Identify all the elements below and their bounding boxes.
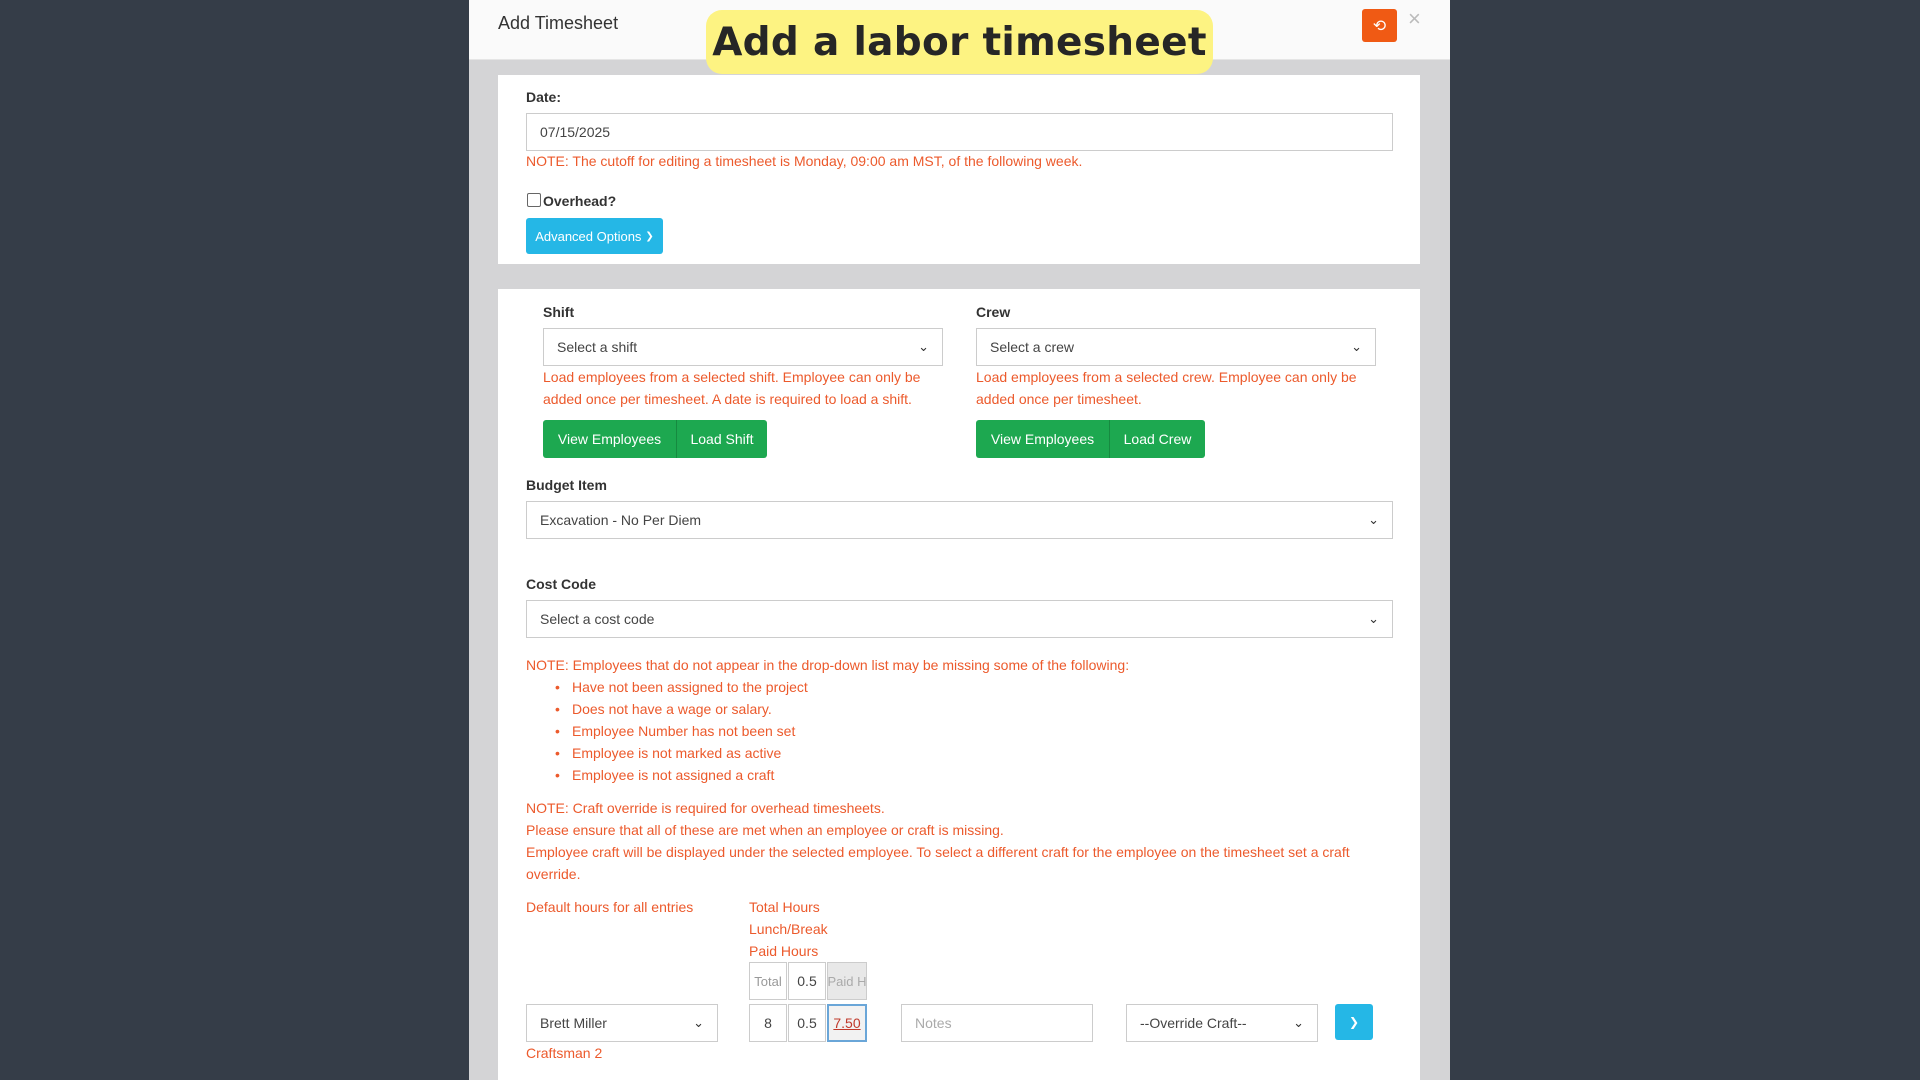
cost-code-value: Select a cost code bbox=[540, 611, 655, 627]
shift-note-line2: added once per timesheet. A date is requ… bbox=[543, 391, 912, 407]
list-item: Employee Number has not been set bbox=[555, 720, 808, 742]
crew-note-line1: Load employees from a selected crew. Emp… bbox=[976, 369, 1357, 385]
date-input[interactable]: 07/15/2025 bbox=[526, 113, 1393, 151]
cost-code-label: Cost Code bbox=[526, 576, 596, 592]
crew-select[interactable]: Select a crew ⌄ bbox=[976, 328, 1376, 366]
default-lunch-input[interactable]: 0.5 bbox=[788, 962, 826, 1000]
chevron-down-icon: ⌄ bbox=[918, 339, 929, 354]
employee-craft-label: Craftsman 2 bbox=[526, 1045, 603, 1061]
shift-select-value: Select a shift bbox=[557, 339, 638, 355]
employee-note-intro: NOTE: Employees that do not appear in th… bbox=[526, 657, 1130, 673]
cost-code-select[interactable]: Select a cost code ⌄ bbox=[526, 600, 1393, 638]
advanced-options-label: Advanced Options bbox=[535, 228, 642, 244]
load-shift-button[interactable]: Load Shift bbox=[676, 420, 767, 458]
legend-total-hours: Total Hours bbox=[749, 899, 820, 915]
list-item: Have not been assigned to the project bbox=[555, 676, 808, 698]
reset-button[interactable]: ⟲ bbox=[1362, 9, 1397, 42]
list-item: Employee is not marked as active bbox=[555, 742, 808, 764]
date-label: Date: bbox=[526, 89, 562, 105]
add-entry-button[interactable]: ❯ bbox=[1335, 1004, 1373, 1040]
ensure-note: Please ensure that all of these are met … bbox=[526, 822, 1004, 838]
overhead-checkbox[interactable] bbox=[527, 193, 541, 207]
chevron-right-icon: ❯ bbox=[645, 230, 654, 242]
date-value: 07/15/2025 bbox=[540, 124, 611, 140]
employee-value: Brett Miller bbox=[540, 1015, 607, 1031]
notes-input[interactable]: Notes bbox=[901, 1004, 1093, 1042]
tutorial-banner: Add a labor timesheet bbox=[706, 10, 1213, 74]
modal-title: Add Timesheet bbox=[498, 13, 619, 33]
crew-label: Crew bbox=[976, 304, 1011, 320]
employee-select[interactable]: Brett Miller ⌄ bbox=[526, 1004, 718, 1042]
chevron-down-icon: ⌄ bbox=[1293, 1015, 1304, 1030]
advanced-options-button[interactable]: Advanced Options ❯ bbox=[526, 218, 663, 254]
shift-select[interactable]: Select a shift ⌄ bbox=[543, 328, 943, 366]
craft-display-note-line1: Employee craft will be displayed under t… bbox=[526, 844, 1350, 860]
chevron-down-icon: ⌄ bbox=[1368, 611, 1379, 626]
chevron-down-icon: ⌄ bbox=[1351, 339, 1362, 354]
notes-placeholder: Notes bbox=[915, 1015, 952, 1031]
chevron-down-icon: ⌄ bbox=[1368, 512, 1379, 527]
load-crew-button[interactable]: Load Crew bbox=[1109, 420, 1205, 458]
override-craft-select[interactable]: --Override Craft-- ⌄ bbox=[1126, 1004, 1318, 1042]
crew-select-value: Select a crew bbox=[990, 339, 1075, 355]
list-item: Does not have a wage or salary. bbox=[555, 698, 808, 720]
default-hours-label: Default hours for all entries bbox=[526, 899, 694, 915]
legend-paid-hours: Paid Hours bbox=[749, 943, 819, 959]
crew-view-employees-button[interactable]: View Employees bbox=[976, 420, 1109, 458]
default-total-input[interactable]: Total bbox=[749, 962, 787, 1000]
craft-override-note: NOTE: Craft override is required for ove… bbox=[526, 800, 885, 816]
craft-display-note-line2: override. bbox=[526, 866, 581, 882]
cutoff-note: NOTE: The cutoff for editing a timesheet… bbox=[526, 153, 1083, 169]
list-item: Employee is not assigned a craft bbox=[555, 764, 808, 786]
overhead-label: Overhead? bbox=[543, 193, 617, 209]
chevron-down-icon: ⌄ bbox=[693, 1015, 704, 1030]
entry-total-input[interactable]: 8 bbox=[749, 1004, 787, 1042]
entry-lunch-input[interactable]: 0.5 bbox=[788, 1004, 826, 1042]
entry-paid-input: 7.50 bbox=[827, 1004, 867, 1042]
shift-view-employees-button[interactable]: View Employees bbox=[543, 420, 676, 458]
missing-reasons-list: Have not been assigned to the project Do… bbox=[555, 676, 808, 786]
chevron-right-icon: ❯ bbox=[1348, 1015, 1360, 1029]
default-paid-input: Paid H bbox=[827, 962, 867, 1000]
legend-lunch-break: Lunch/Break bbox=[749, 921, 828, 937]
override-craft-value: --Override Craft-- bbox=[1140, 1015, 1247, 1031]
budget-item-value: Excavation - No Per Diem bbox=[540, 512, 702, 528]
budget-item-label: Budget Item bbox=[526, 477, 607, 493]
crew-note-line2: added once per timesheet. bbox=[976, 391, 1142, 407]
shift-note-line1: Load employees from a selected shift. Em… bbox=[543, 369, 921, 385]
shift-label: Shift bbox=[543, 304, 575, 320]
reset-icon: ⟲ bbox=[1372, 17, 1387, 35]
budget-item-select[interactable]: Excavation - No Per Diem ⌄ bbox=[526, 501, 1393, 539]
close-icon[interactable]: × bbox=[1408, 6, 1421, 32]
